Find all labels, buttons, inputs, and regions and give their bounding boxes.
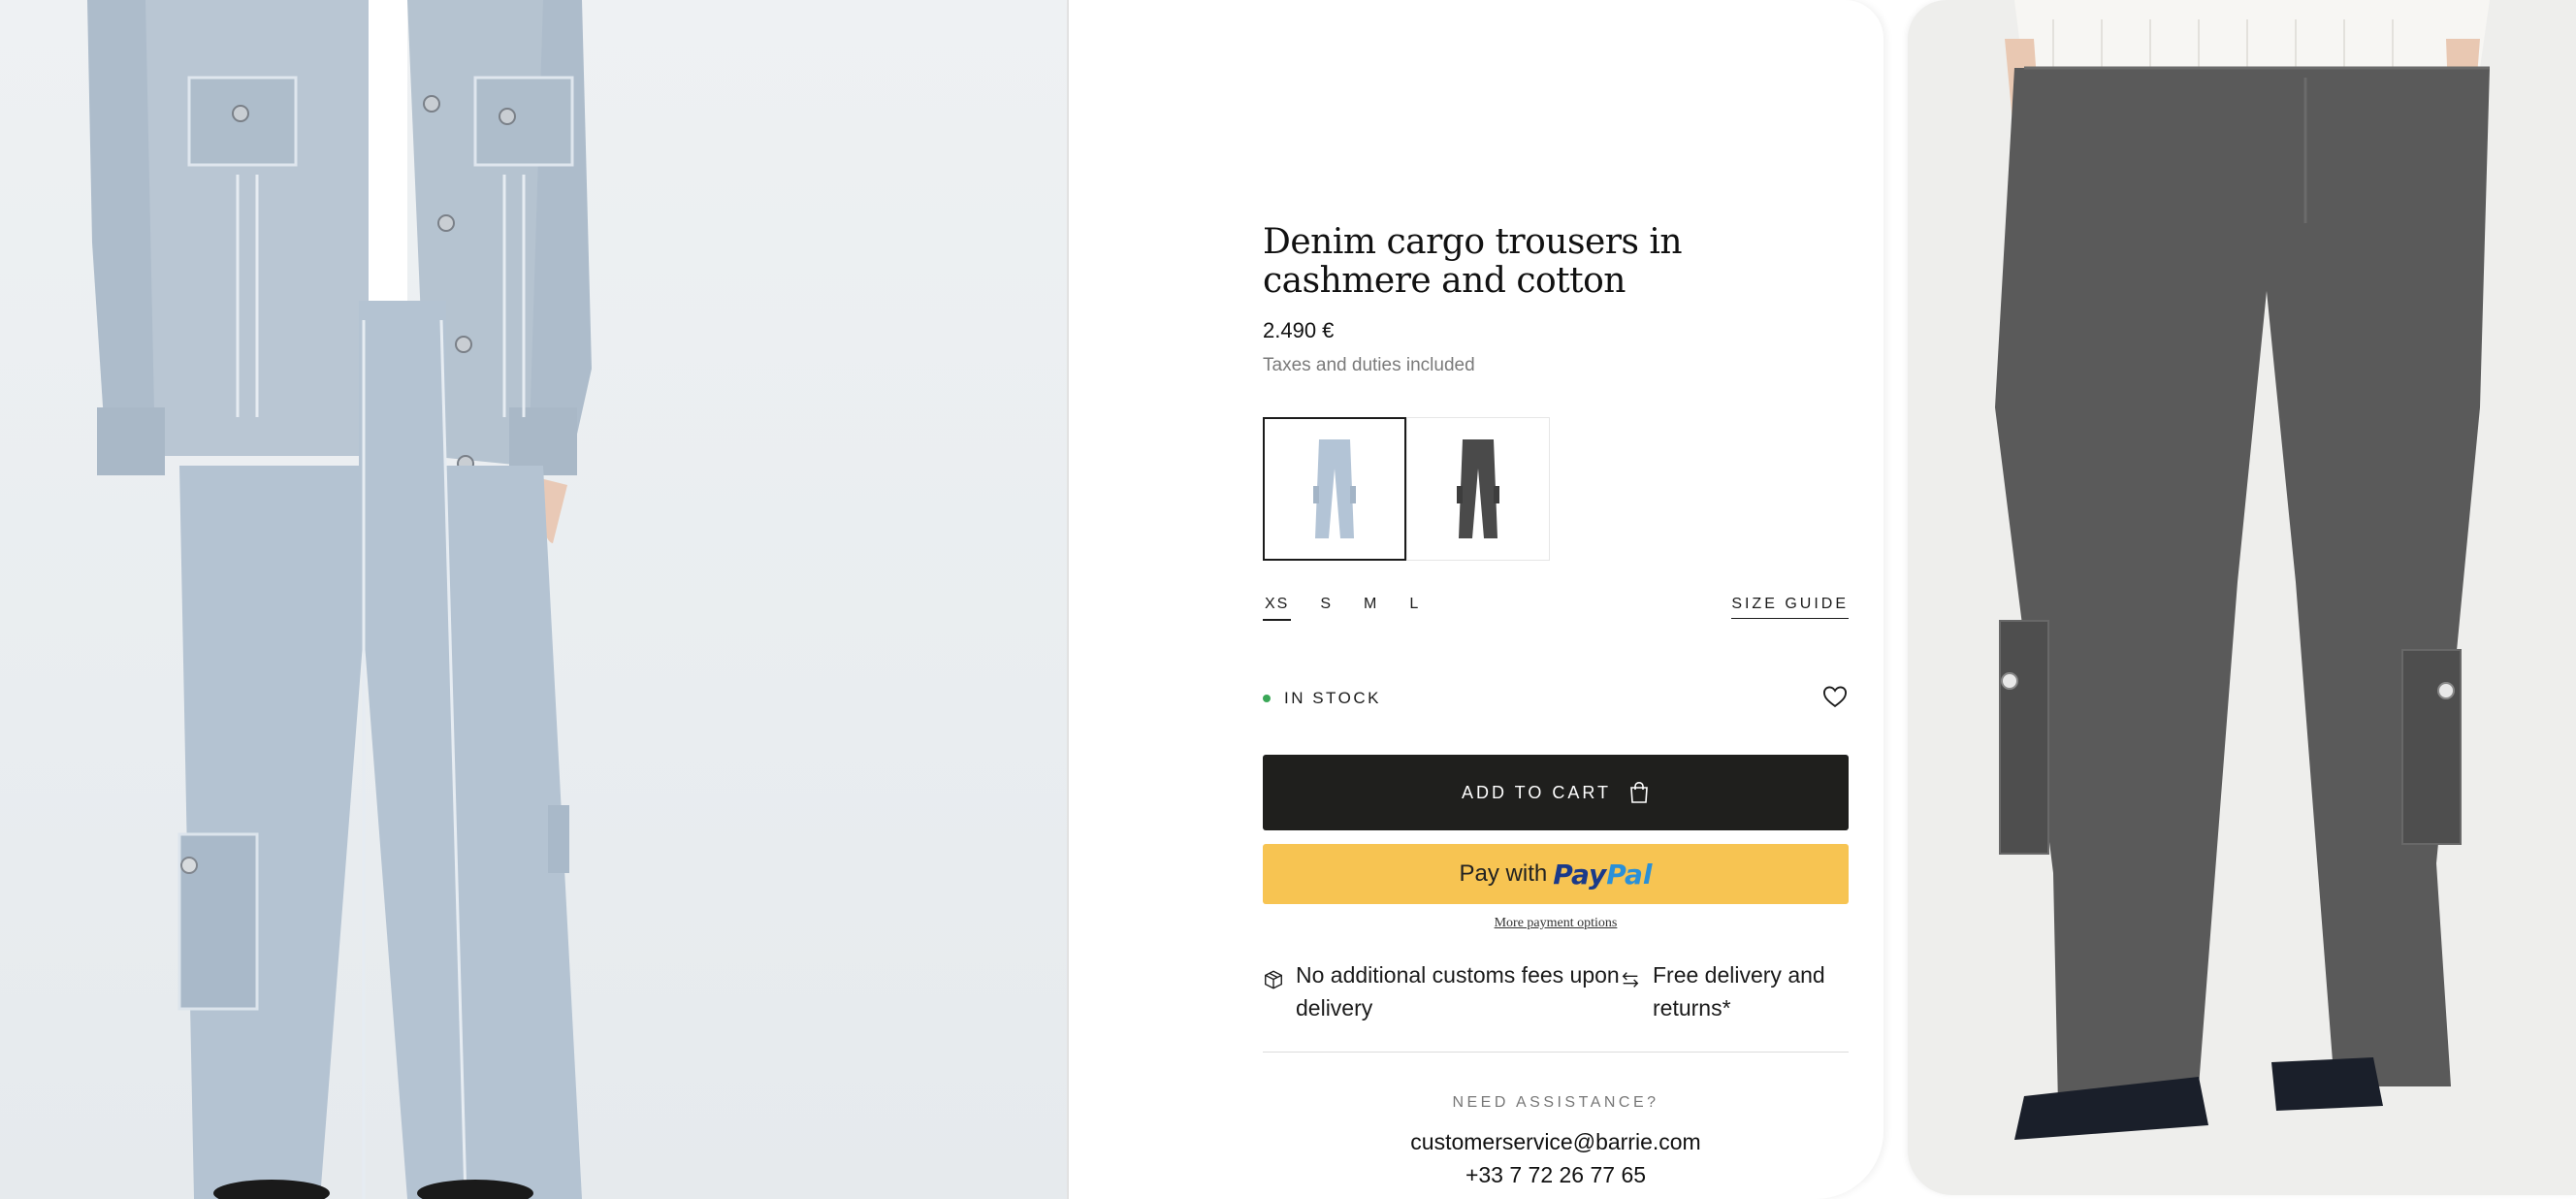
exchange-arrows-icon <box>1622 972 1639 988</box>
assistance-heading: NEED ASSISTANCE? <box>1452 1094 1659 1111</box>
shopping-bag-icon <box>1630 781 1648 803</box>
size-option-s[interactable]: S <box>1318 596 1335 621</box>
box-icon <box>1265 970 1282 989</box>
section-divider <box>1263 1052 1849 1053</box>
color-swatches <box>1263 417 1550 561</box>
size-guide-link[interactable]: SIZE GUIDE <box>1731 596 1849 619</box>
size-option-l[interactable]: L <box>1407 596 1422 621</box>
size-selector: XS S M L <box>1263 596 1449 621</box>
benefit-delivery: Free delivery and returns* <box>1620 958 1849 1024</box>
light-blue-trousers-thumbnail <box>1313 439 1356 538</box>
tax-note: Taxes and duties included <box>1263 355 1475 375</box>
product-info-card: Denim cargo trousers in cashmere and cot… <box>1069 0 1884 1199</box>
product-photo-grey-trousers <box>1908 0 2576 1195</box>
swatch-light-blue[interactable] <box>1263 417 1406 561</box>
add-to-cart-label: ADD TO CART <box>1461 782 1612 802</box>
dark-grey-trousers-thumbnail <box>1457 439 1499 538</box>
size-option-m[interactable]: M <box>1362 596 1380 621</box>
product-title: Denim cargo trousers in cashmere and cot… <box>1263 222 1683 301</box>
product-price: 2.490 € <box>1263 318 1335 342</box>
add-to-cart-button[interactable]: ADD TO CART <box>1263 755 1849 830</box>
benefit-customs-text: No additional customs fees upon delivery <box>1296 962 1620 1021</box>
stock-dot-icon <box>1263 695 1271 702</box>
stock-status: IN STOCK <box>1263 689 1381 708</box>
paypal-prefix: Pay with <box>1459 860 1548 887</box>
benefit-customs: No additional customs fees upon delivery <box>1263 958 1620 1024</box>
more-payment-options-link[interactable]: More payment options <box>1263 916 1849 931</box>
product-photo-model-front <box>0 0 1067 1199</box>
size-option-xs[interactable]: XS <box>1263 596 1292 621</box>
wishlist-heart-icon[interactable] <box>1821 683 1849 710</box>
benefit-delivery-text: Free delivery and returns* <box>1653 962 1825 1021</box>
delivery-benefits: No additional customs fees upon delivery… <box>1263 958 1849 1024</box>
paypal-button[interactable]: Pay with PayPal <box>1263 844 1849 904</box>
assistance-phone-link[interactable]: +33 7 72 26 77 65 <box>1263 1162 1849 1188</box>
paypal-logo: PayPal <box>1553 858 1653 891</box>
swatch-dark-grey[interactable] <box>1406 417 1550 561</box>
assistance-email-link[interactable]: customerservice@barrie.com <box>1263 1129 1849 1155</box>
stock-label: IN STOCK <box>1284 689 1381 707</box>
